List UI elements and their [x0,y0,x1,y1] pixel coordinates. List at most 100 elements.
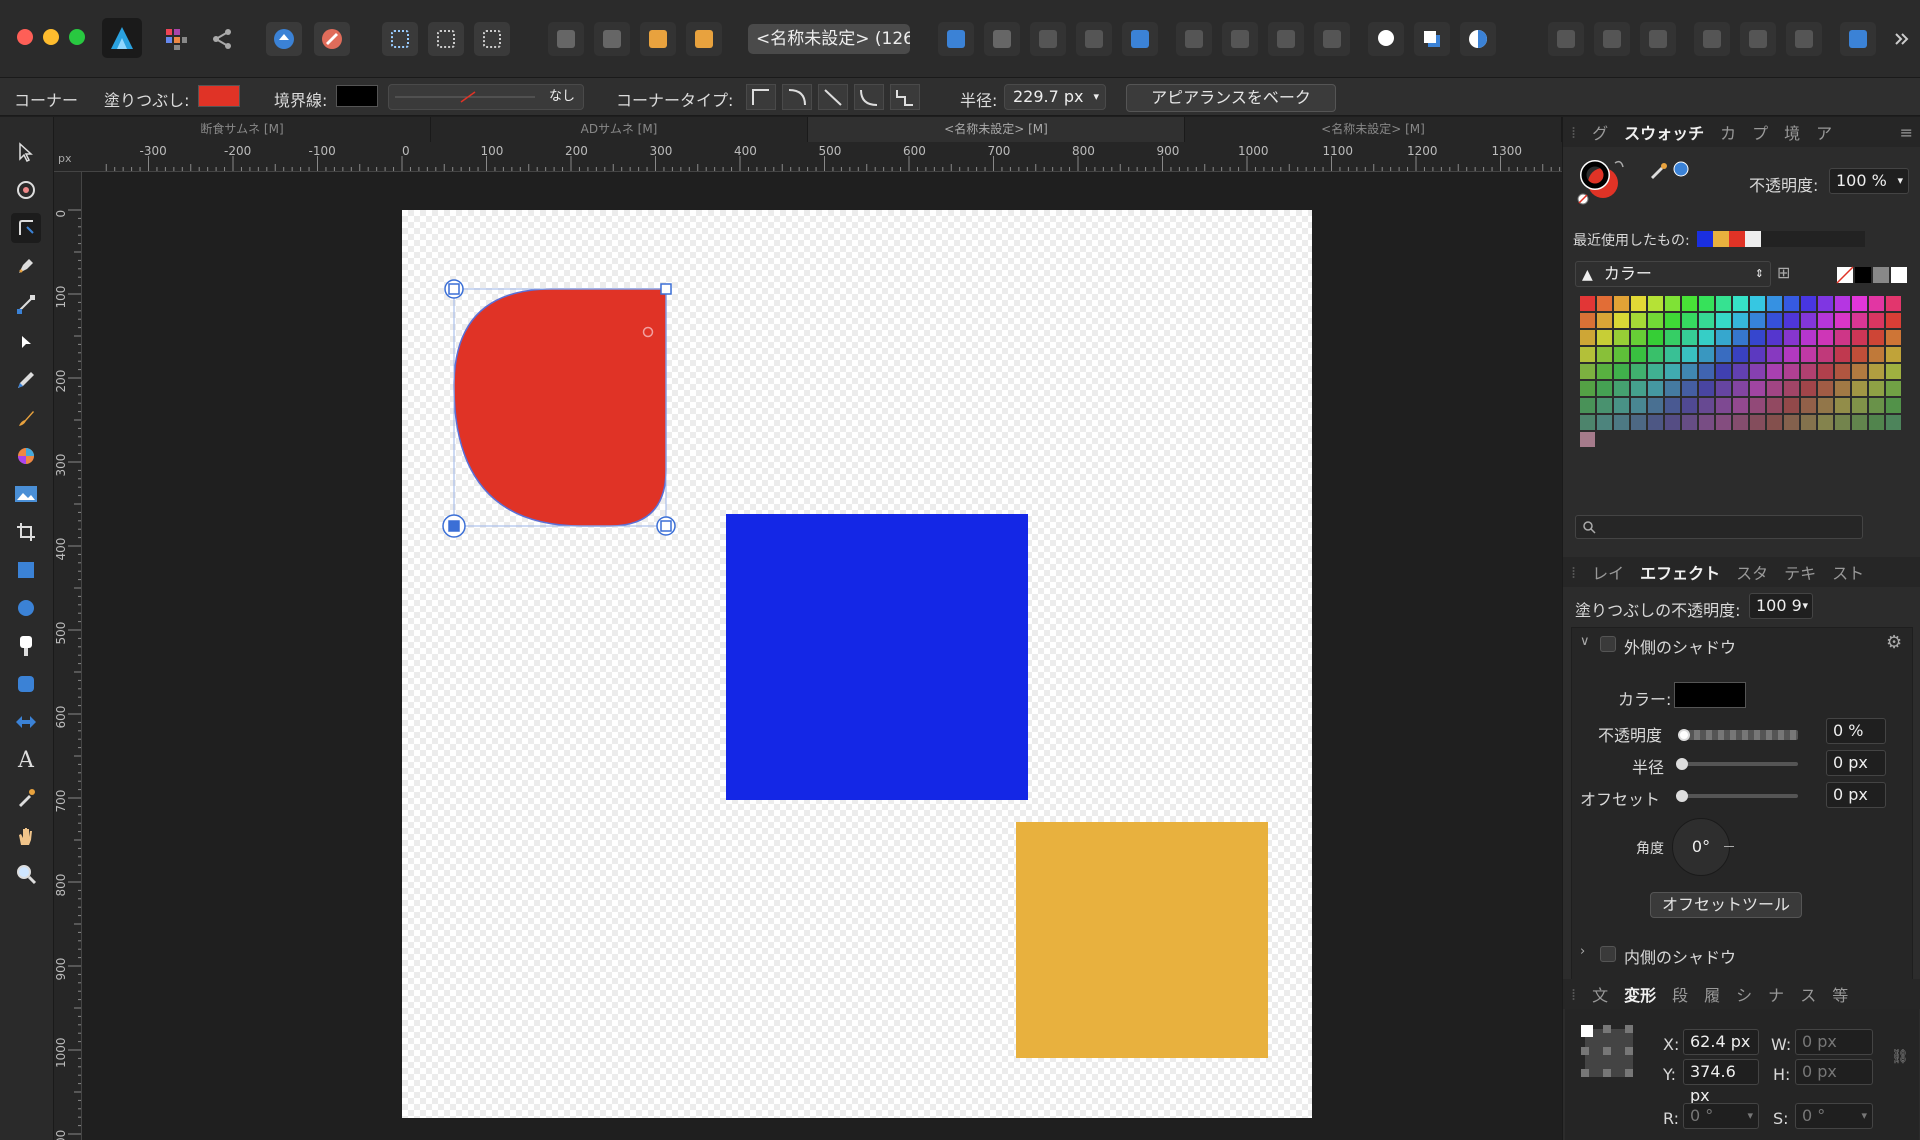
export-persona-icon[interactable] [204,22,240,56]
shadow-offset-knob[interactable] [1676,790,1688,802]
tab-effects[interactable]: エフェクト [1632,560,1728,584]
bake-appearance-button[interactable]: アピアランスをベーク [1126,84,1336,112]
shadow-radius-slider[interactable] [1682,762,1798,766]
pencil-tool-icon[interactable] [11,365,41,395]
anchor-point-selector[interactable] [1581,1025,1637,1081]
swatch-cell[interactable] [1851,346,1868,363]
swatch-cell[interactable] [1664,397,1681,414]
swatch-cell[interactable] [1681,397,1698,414]
swatch-cell[interactable] [1613,346,1630,363]
swatch-cell[interactable] [1664,414,1681,431]
view-tool-icon[interactable] [11,821,41,851]
pen-tool-icon[interactable] [11,251,41,281]
swatch-cell[interactable] [1851,380,1868,397]
swatch-cell[interactable] [1647,380,1664,397]
palette-grid-icon[interactable]: ⊞ [1777,263,1790,282]
swatch-cell[interactable] [1647,363,1664,380]
text-tool-icon[interactable]: A [11,745,41,775]
insert-behind-icon[interactable] [1414,22,1450,56]
swatch-cell[interactable] [1783,363,1800,380]
swatch-cell[interactable] [1749,363,1766,380]
swatch-cell[interactable] [1817,363,1834,380]
offset-tool-button[interactable]: オフセットツール [1650,892,1802,918]
swatch-cell[interactable] [1868,295,1885,312]
swatch-cell[interactable] [1579,363,1596,380]
designer-persona-icon[interactable] [102,18,142,58]
tab-text[interactable]: 文 [1584,982,1616,1006]
swatch-cell[interactable] [1613,397,1630,414]
shadow-opacity-field[interactable]: 0 % [1826,718,1886,744]
swatch-cell[interactable] [1698,329,1715,346]
swatch-cell[interactable] [1698,397,1715,414]
swatch-cell[interactable] [1817,312,1834,329]
swatch-cell[interactable] [1613,363,1630,380]
swatch-cell[interactable] [1596,312,1613,329]
recent-color-swatch[interactable] [1745,231,1761,247]
swatch-cell[interactable] [1664,312,1681,329]
rotate-right-icon[interactable] [1314,22,1350,56]
pixel-persona-icon[interactable] [158,22,194,56]
swatch-cell[interactable] [1596,397,1613,414]
shadow-opacity-knob[interactable] [1678,729,1690,741]
swatch-cell[interactable] [1817,397,1834,414]
recent-color-swatch[interactable] [1713,231,1729,247]
shadow-opacity-slider[interactable] [1682,730,1798,740]
swatch-cell[interactable] [1579,295,1596,312]
tab-layers[interactable]: レイ [1584,560,1632,584]
artboard[interactable] [402,210,1312,1118]
tab-navigator[interactable]: ナ [1760,982,1792,1006]
swatch-cell[interactable] [1613,295,1630,312]
swatch-search-input[interactable] [1575,515,1863,539]
ellipse-tool-icon[interactable] [11,593,41,623]
swatch-cell[interactable] [1664,329,1681,346]
swatch-cell[interactable] [1732,329,1749,346]
swatch-cell[interactable] [1817,414,1834,431]
swatch-cell[interactable] [1596,380,1613,397]
swatch-cell[interactable] [1749,312,1766,329]
swatch-cell[interactable] [1647,397,1664,414]
swatch-cell[interactable] [1885,346,1902,363]
tab-gradient[interactable]: グ [1584,120,1616,144]
swatch-cell[interactable] [1885,312,1902,329]
swatch-cell[interactable] [1783,312,1800,329]
swatch-cell[interactable] [1851,397,1868,414]
swatch-cell[interactable] [1630,295,1647,312]
zoom-tool-icon[interactable] [11,859,41,889]
swatch-cell[interactable] [1800,295,1817,312]
move-back-icon[interactable] [548,22,584,56]
gear-icon[interactable]: ⚙ [1886,632,1902,653]
swatch-cell[interactable] [1817,346,1834,363]
expand-chevron-icon[interactable]: › [1580,944,1585,959]
shear-dropdown-icon[interactable]: ▾ [1861,1104,1867,1128]
swatch-cell[interactable] [1715,363,1732,380]
move-forward-one-icon[interactable] [640,22,676,56]
opacity-dropdown-icon[interactable]: ▾ [1897,169,1903,193]
swatch-cell[interactable] [1579,397,1596,414]
tab-color[interactable]: カ [1712,120,1744,144]
y-field[interactable]: 374.6 px [1683,1059,1759,1105]
swatch-cell[interactable] [1783,397,1800,414]
swatch-cell[interactable] [1817,329,1834,346]
swatch-cell[interactable] [1885,363,1902,380]
flip-vertical-icon[interactable] [1222,22,1258,56]
place-image-tool-icon[interactable] [11,479,41,509]
swatch-cell[interactable] [1596,346,1613,363]
swatch-cell[interactable] [1613,380,1630,397]
swatch-cell[interactable] [1664,363,1681,380]
vector-brush-tool-icon[interactable] [11,403,41,433]
swatch-cell[interactable] [1800,329,1817,346]
swatch-cell[interactable] [1732,397,1749,414]
recent-color-swatch[interactable] [1697,231,1713,247]
swatch-cell[interactable] [1868,397,1885,414]
swatch-cell[interactable] [1630,363,1647,380]
color-picker-tool-icon[interactable] [11,783,41,813]
swatch-cell[interactable] [1800,346,1817,363]
assistant-icon[interactable] [266,22,302,56]
swatch-cell[interactable] [1715,346,1732,363]
swatch-cell[interactable] [1800,397,1817,414]
swatch-cell[interactable] [1834,312,1851,329]
swatch-cell[interactable] [1766,346,1783,363]
swatch-cell[interactable] [1749,329,1766,346]
swatch-cell[interactable] [1681,363,1698,380]
tab-transform[interactable]: 変形 [1616,982,1664,1006]
